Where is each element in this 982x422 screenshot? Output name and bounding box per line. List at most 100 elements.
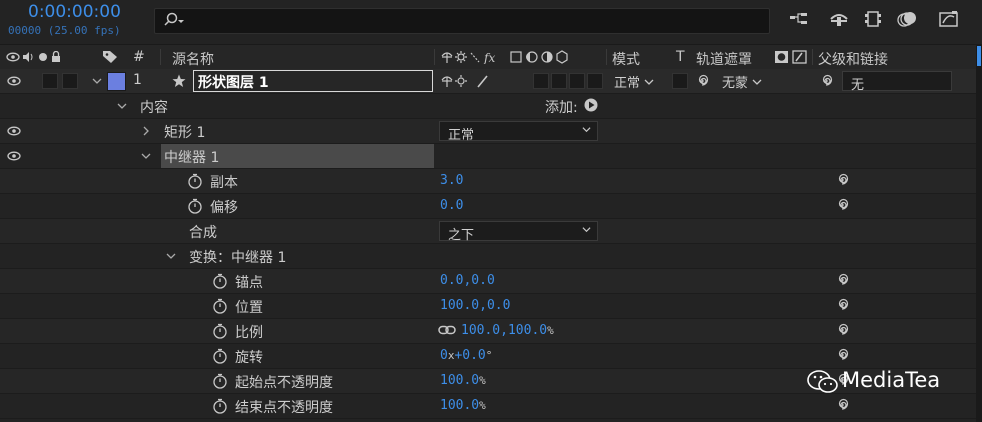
- switch-box[interactable]: [569, 73, 585, 89]
- fps-display: 00000 (25.00 fps): [8, 24, 121, 37]
- chevron-down-icon[interactable]: [92, 76, 102, 86]
- stopwatch-icon[interactable]: [212, 373, 228, 389]
- matte-mode-header-icons: [775, 50, 807, 64]
- parent-dropdown[interactable]: 无: [842, 71, 952, 93]
- anchor-label: 锚点: [235, 275, 263, 291]
- vertical-scrollbar[interactable]: [976, 44, 982, 422]
- parent-pickwhip-spiral-icon[interactable]: [818, 73, 834, 89]
- track-matte-column-header: 轨道遮罩: [696, 52, 752, 68]
- rotation-revolutions[interactable]: 0: [440, 348, 448, 363]
- stopwatch-icon[interactable]: [212, 323, 228, 339]
- expression-pickwhip-icon[interactable]: [834, 397, 850, 413]
- chevron-right-icon[interactable]: [141, 126, 151, 136]
- anchor-property-row[interactable]: 锚点 0.0,0.0: [0, 269, 976, 294]
- frame-blending-icon[interactable]: [862, 10, 884, 30]
- solo-switch[interactable]: [42, 73, 58, 89]
- composite-label: 合成: [189, 225, 217, 241]
- chevron-down-icon: [644, 79, 654, 85]
- expression-pickwhip-icon[interactable]: [834, 272, 850, 288]
- switch-box[interactable]: [587, 73, 603, 89]
- rotation-unit: °: [485, 349, 493, 362]
- end-opacity-value[interactable]: 100.0: [440, 398, 479, 413]
- scale-value-group[interactable]: 100.0,100.0%: [461, 323, 554, 338]
- layer-switch-icons[interactable]: [440, 73, 492, 89]
- chevron-down-icon[interactable]: [141, 151, 151, 161]
- expression-pickwhip-icon[interactable]: [834, 172, 850, 188]
- rectangle-label: 矩形 1: [164, 125, 206, 141]
- end-opacity-property-row[interactable]: 结束点不透明度 100.0%: [0, 394, 976, 419]
- layer-row[interactable]: 1 形状图层 1 正常 无蒙 无: [0, 69, 976, 94]
- column-header-row: # 源名称 fx 模式 T 轨道遮罩 父级和链接: [0, 44, 982, 70]
- layer-name-field[interactable]: 形状图层 1: [193, 70, 433, 92]
- transform-group-row[interactable]: 变换：中继器 1: [0, 244, 976, 269]
- current-time-display[interactable]: 0:00:00:00: [28, 2, 121, 22]
- start-opacity-value[interactable]: 100.0: [440, 373, 479, 388]
- search-input[interactable]: [154, 8, 770, 34]
- switch-box[interactable]: [533, 73, 549, 89]
- expression-pickwhip-icon[interactable]: [834, 297, 850, 313]
- end-opacity-value-group[interactable]: 100.0%: [440, 398, 486, 413]
- scale-label: 比例: [235, 325, 263, 341]
- chevron-down-icon: [752, 79, 762, 85]
- chevron-down-icon[interactable]: [166, 251, 176, 261]
- mode-dropdown[interactable]: 正常: [614, 72, 654, 91]
- anchor-value[interactable]: 0.0,0.0: [440, 273, 495, 288]
- contents-row[interactable]: 内容 添加:: [0, 94, 976, 119]
- stopwatch-icon[interactable]: [187, 173, 203, 189]
- transform-label: 变换：中继器 1: [189, 250, 287, 266]
- index-column-header: #: [133, 49, 145, 65]
- rectangle-group-row[interactable]: 矩形 1 正常: [0, 119, 976, 144]
- copies-property-row[interactable]: 副本 3.0: [0, 169, 976, 194]
- rotation-degrees[interactable]: +0.0: [454, 348, 485, 363]
- chevron-down-icon[interactable]: [117, 101, 127, 111]
- constrain-proportions-link-icon[interactable]: [438, 325, 456, 335]
- pickwhip-spiral-icon[interactable]: [694, 73, 710, 89]
- stopwatch-icon[interactable]: [212, 273, 228, 289]
- add-label: 添加:: [545, 100, 578, 116]
- source-name-column-header[interactable]: 源名称: [172, 49, 214, 69]
- expression-pickwhip-icon[interactable]: [834, 197, 850, 213]
- motion-blur-icon[interactable]: [896, 10, 918, 30]
- composition-flowchart-icon[interactable]: [788, 10, 810, 30]
- rectangle-blend-mode-dropdown[interactable]: 正常: [439, 121, 598, 143]
- expression-pickwhip-icon[interactable]: [834, 322, 850, 338]
- layer-index: 1: [133, 72, 142, 88]
- visibility-eye-icon[interactable]: [7, 124, 21, 138]
- svg-text:fx: fx: [483, 51, 495, 64]
- rotation-property-row[interactable]: 旋转 0x+0.0°: [0, 344, 976, 369]
- repeater-group-row[interactable]: 中继器 1: [0, 144, 976, 169]
- position-property-row[interactable]: 位置 100.0,0.0: [0, 294, 976, 319]
- position-value[interactable]: 100.0,0.0: [440, 298, 510, 313]
- expression-pickwhip-icon[interactable]: [834, 347, 850, 363]
- scale-value[interactable]: 100.0,100.0: [461, 323, 547, 338]
- composite-dropdown[interactable]: 之下: [439, 221, 598, 243]
- stopwatch-icon[interactable]: [212, 298, 228, 314]
- preserve-transparency-checkbox[interactable]: [672, 73, 688, 89]
- graph-editor-icon[interactable]: [938, 10, 960, 30]
- position-label: 位置: [235, 300, 263, 316]
- scrollbar-thumb[interactable]: [977, 46, 981, 66]
- stopwatch-icon[interactable]: [212, 348, 228, 364]
- lock-switch[interactable]: [62, 73, 78, 89]
- stopwatch-icon[interactable]: [187, 198, 203, 214]
- offset-value[interactable]: 0.0: [440, 198, 463, 213]
- start-opacity-label: 起始点不透明度: [235, 375, 333, 391]
- add-play-icon[interactable]: [584, 98, 598, 112]
- scale-property-row[interactable]: 比例 100.0,100.0%: [0, 319, 976, 344]
- chevron-down-icon: [582, 227, 591, 233]
- layer-label-color-swatch[interactable]: [107, 72, 126, 91]
- start-opacity-value-group[interactable]: 100.0%: [440, 373, 486, 388]
- offset-property-row[interactable]: 偏移 0.0: [0, 194, 976, 219]
- visibility-eye-icon[interactable]: [7, 149, 21, 163]
- track-matte-dropdown[interactable]: 无蒙: [722, 72, 762, 91]
- stopwatch-icon[interactable]: [212, 398, 228, 414]
- copies-value[interactable]: 3.0: [440, 173, 463, 188]
- composite-property-row[interactable]: 合成 之下: [0, 219, 976, 244]
- switch-box[interactable]: [551, 73, 567, 89]
- start-opacity-unit: %: [479, 374, 486, 387]
- parent-value: 无: [851, 78, 865, 93]
- rotation-value-group[interactable]: 0x+0.0°: [440, 348, 492, 363]
- visibility-eye-icon[interactable]: [7, 74, 21, 88]
- shape-layer-star-icon: [172, 74, 186, 87]
- draft-3d-icon[interactable]: [828, 10, 850, 30]
